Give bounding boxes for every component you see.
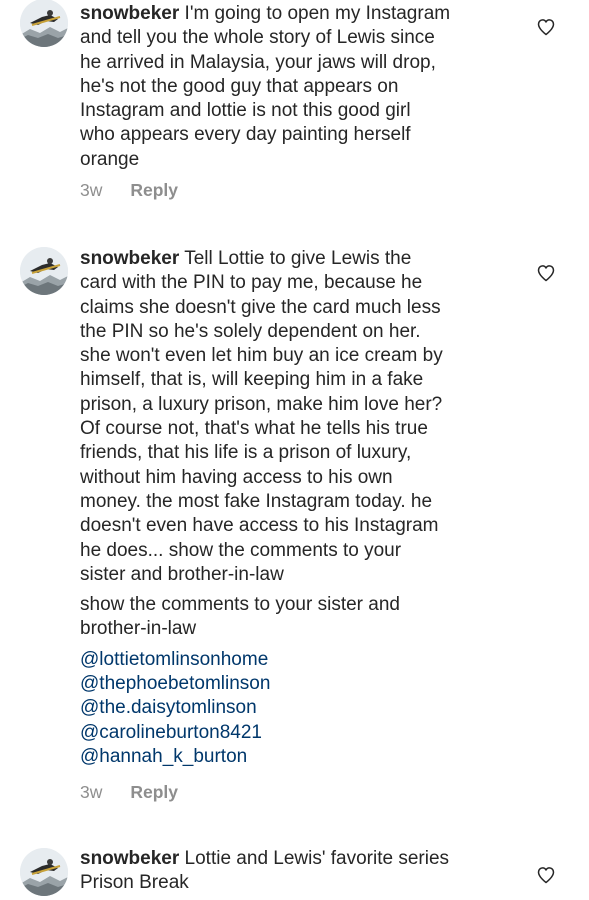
heart-outline-icon[interactable] [536,17,556,37]
comment-line: without him having access to his own [80,466,393,488]
comment-line: Tell Lottie to give Lewis the [184,248,412,269]
comment-text: snowbeker Lottie and Lewis' favorite ser… [80,847,520,896]
mention-link[interactable]: @lottietomlinsonhome [80,648,520,672]
comment-line: and tell you the whole story of Lewis si… [80,27,435,49]
comment-line: Of course not, that's what he tells his … [80,418,428,440]
heart-outline-icon[interactable] [536,865,556,885]
comment-line: Instagram and lottie is not this good gi… [80,100,411,122]
comment-text: snowbeker Tell Lottie to give Lewis the … [80,247,520,769]
mention-link[interactable]: @thephoebetomlinson [80,672,520,696]
comment-line: he does... show the comments to your [80,539,402,561]
reply-button[interactable]: Reply [130,782,178,803]
avatar[interactable] [20,848,68,896]
comment-line: himself, that is, will keeping him in a … [80,369,424,391]
comment-text: snowbeker I'm going to open my Instagram… [80,2,520,172]
comment-line: Prison Break [80,872,189,894]
mention-link[interactable]: @carolineburton8421 [80,721,520,745]
comment-line: orange [80,148,140,170]
comment-line: show the comments to your sister and [80,594,400,616]
comment-line: doesn't even have access to his Instagra… [80,515,439,537]
heart-outline-icon[interactable] [536,263,556,283]
comment-line: prison, a luxury prison, make him love h… [80,393,443,415]
comment-line: he arrived in Malaysia, your jaws will d… [80,51,436,73]
comment-line: money. the most fake Instagram today. he [80,490,433,512]
comment-timestamp: 3w [80,782,103,802]
reply-button[interactable]: Reply [130,180,178,201]
comment-extra-paragraph: show the comments to your sister and bro… [80,593,520,642]
comment-line: claims she doesn't give the card much le… [80,296,441,318]
comment-username[interactable]: snowbeker [80,3,179,24]
comment-timestamp: 3w [80,180,103,200]
comment-username[interactable]: snowbeker [80,848,179,869]
mention-link[interactable]: @the.daisytomlinson [80,696,520,720]
mention-link[interactable]: @hannah_k_burton [80,745,520,769]
comment-line: friends, that his life is a prison of lu… [80,442,412,464]
comment-meta: 3w Reply [80,782,178,803]
comment-line: card with the PIN to pay me, because he [80,272,423,294]
comment-username[interactable]: snowbeker [80,248,179,269]
comment-line: I'm going to open my Instagram [184,3,451,24]
comment-line: she won't even let him buy an ice cream … [80,345,443,367]
comment-meta: 3w Reply [80,180,178,201]
comment-line: he's not the good guy that appears on [80,75,399,97]
mention-list: @lottietomlinsonhome @thephoebetomlinson… [80,648,520,769]
comment-line: sister and brother-in-law [80,563,284,585]
avatar[interactable] [20,0,68,47]
comment-line: brother-in-law [80,618,197,640]
avatar[interactable] [20,247,68,295]
comment-line: who appears every day painting herself [80,124,411,146]
comment-line: Lottie and Lewis' favorite series [184,848,450,869]
comment-line: the PIN so he's solely dependent on her. [80,320,421,342]
